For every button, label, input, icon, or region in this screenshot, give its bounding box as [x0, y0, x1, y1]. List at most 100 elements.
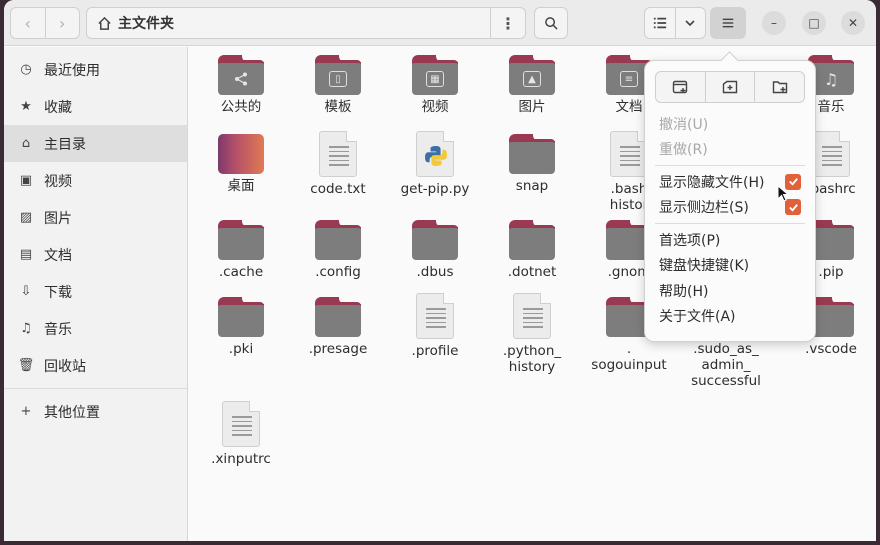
text-file-icon [610, 131, 648, 177]
file-item[interactable]: ▯ 模板 [290, 55, 386, 115]
menu-item-about[interactable]: 关于文件(A) [655, 304, 805, 330]
chevron-down-icon [685, 20, 695, 27]
sidebar-item-label: 其他位置 [44, 404, 100, 421]
folder-icon [509, 220, 555, 260]
file-item[interactable]: 公共的 [193, 55, 289, 115]
menu-divider [655, 165, 805, 166]
sidebar: ◷ 最近使用 ★ 收藏 ⌂ 主目录 ▣ 视频 ▨ 图片 ▤ 文档 ⇩ 下载 ♫ [4, 47, 188, 541]
file-item[interactable]: 桌面 [193, 134, 289, 194]
sidebar-item-label: 音乐 [44, 321, 72, 338]
header-bar: ‹ › 主文件夹 ⋮ – □ ✕ [4, 0, 876, 46]
sidebar-item-label: 收藏 [44, 99, 72, 116]
mouse-cursor-icon [777, 185, 789, 202]
maximize-icon: □ [808, 16, 820, 30]
file-item[interactable]: .config [290, 220, 386, 280]
file-item[interactable]: .xinputrc [193, 401, 289, 467]
list-view-button[interactable] [645, 8, 675, 38]
file-item[interactable]: get-pip.py [387, 131, 483, 197]
back-button[interactable]: ‹ [11, 8, 45, 38]
new-tab-button[interactable] [704, 72, 755, 102]
menu-item-redo[interactable]: 重做(R) [655, 137, 805, 163]
desktop-icon [218, 134, 264, 174]
menu-item-undo[interactable]: 撤消(U) [655, 111, 805, 137]
sidebar-item-pictures[interactable]: ▨ 图片 [4, 199, 187, 236]
sidebar-item-trash[interactable]: 🗑 回收站 [4, 347, 187, 384]
folder-icon [218, 55, 264, 95]
path-more-button[interactable]: ⋮ [491, 8, 525, 38]
file-item[interactable]: .pki [193, 297, 289, 357]
menu-top-buttons [655, 71, 805, 103]
file-item[interactable]: snap [484, 134, 580, 194]
file-item[interactable]: .presage [290, 297, 386, 357]
music-icon: ♫ [20, 321, 32, 336]
video-icon: ▦ [426, 71, 444, 87]
forward-button[interactable]: › [44, 8, 80, 38]
document-icon: ▤ [19, 247, 33, 262]
sidebar-item-documents[interactable]: ▤ 文档 [4, 236, 187, 273]
menu-item-help[interactable]: 帮助(H) [655, 278, 805, 304]
sidebar-item-other-locations[interactable]: + 其他位置 [4, 393, 187, 430]
sidebar-item-downloads[interactable]: ⇩ 下载 [4, 273, 187, 310]
search-button[interactable] [534, 7, 568, 39]
new-folder-button[interactable] [754, 72, 804, 102]
view-toggle-group [644, 7, 706, 39]
menu-item-label: 重做(R) [659, 142, 708, 159]
menu-item-label: 撤消(U) [659, 116, 709, 133]
folder-icon [218, 220, 264, 260]
plus-icon: + [20, 404, 32, 419]
file-item[interactable]: .dbus [387, 220, 483, 280]
file-item[interactable]: .python_ history [484, 293, 580, 375]
sidebar-item-music[interactable]: ♫ 音乐 [4, 310, 187, 347]
main-menu-popover: 撤消(U) 重做(R) 显示隐藏文件(H) 显示侧边栏(S) 首选项(P) 键盘… [644, 60, 816, 342]
file-name: 公共的 [220, 99, 262, 115]
picture-icon: ▨ [19, 210, 33, 225]
sidebar-divider [4, 388, 187, 389]
menu-divider [655, 223, 805, 224]
file-item[interactable]: ▦ 视频 [387, 55, 483, 115]
checkmark-icon [788, 203, 798, 212]
sidebar-item-starred[interactable]: ★ 收藏 [4, 88, 187, 125]
file-item[interactable]: code.txt [290, 131, 386, 197]
sidebar-item-label: 回收站 [44, 358, 86, 375]
sidebar-item-recent[interactable]: ◷ 最近使用 [4, 51, 187, 88]
close-button[interactable]: ✕ [841, 11, 865, 35]
video-icon: ▣ [19, 173, 33, 188]
new-window-button[interactable] [656, 72, 705, 102]
file-name: .profile [411, 343, 459, 359]
file-name: . sogouinput [591, 341, 667, 373]
menu-item-label: 键盘快捷键(K) [659, 258, 750, 275]
nav-buttons: ‹ › [10, 7, 80, 39]
sidebar-item-videos[interactable]: ▣ 视频 [4, 162, 187, 199]
maximize-button[interactable]: □ [802, 11, 826, 35]
file-item[interactable]: .dotnet [484, 220, 580, 280]
view-options-button[interactable] [674, 8, 706, 38]
more-vertical-icon: ⋮ [500, 13, 516, 33]
menu-item-shortcuts[interactable]: 键盘快捷键(K) [655, 253, 805, 279]
menu-item-label: 关于文件(A) [659, 309, 736, 326]
sidebar-item-label: 视频 [44, 173, 72, 190]
sidebar-item-home[interactable]: ⌂ 主目录 [4, 125, 187, 162]
menu-item-label: 首选项(P) [659, 232, 721, 249]
file-item[interactable]: .cache [193, 220, 289, 280]
file-name: .config [315, 264, 361, 280]
path-title: 主文件夹 [118, 16, 174, 32]
file-item[interactable]: .profile [387, 293, 483, 359]
text-file-icon [319, 131, 357, 177]
text-file-icon [513, 293, 551, 339]
minimize-button[interactable]: – [762, 11, 786, 35]
menu-item-preferences[interactable]: 首选项(P) [655, 227, 805, 253]
file-name: 桌面 [227, 178, 255, 194]
file-name: .pki [228, 341, 254, 357]
main-menu-button[interactable] [710, 7, 746, 39]
search-icon [544, 16, 558, 30]
new-folder-icon [772, 81, 787, 94]
clock-icon: ◷ [20, 62, 32, 77]
file-name: snap [515, 178, 549, 194]
file-item[interactable]: ▲ 图片 [484, 55, 580, 115]
folder-icon: ▲ [509, 55, 555, 95]
folder-icon [315, 220, 361, 260]
file-name: .dbus [416, 264, 454, 280]
star-icon: ★ [20, 99, 32, 114]
template-icon: ▯ [329, 71, 347, 87]
breadcrumb-home[interactable]: 主文件夹 [87, 8, 491, 38]
